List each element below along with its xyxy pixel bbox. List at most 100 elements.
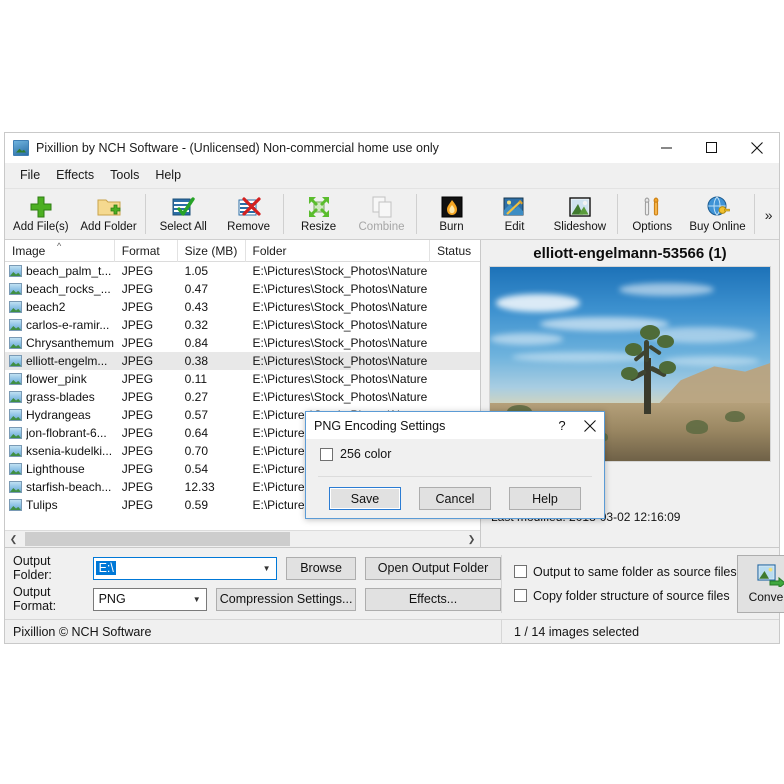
file-list-horizontal-scrollbar[interactable]: ❮ ❯ xyxy=(5,530,480,548)
cell-image: ksenia-kudelki... xyxy=(5,442,115,460)
thumbnail-icon xyxy=(9,481,22,493)
cell-folder: E:\Pictures\Stock_Photos\Nature xyxy=(252,390,428,404)
column-header-image[interactable]: Image ^ xyxy=(5,240,115,262)
scrollbar-thumb[interactable] xyxy=(25,531,290,546)
toolbar-overflow-icon[interactable]: » xyxy=(758,191,779,239)
file-name: Tulips xyxy=(26,498,58,512)
add-folder-label: Add Folder xyxy=(80,221,137,233)
slideshow-image-icon xyxy=(567,194,593,220)
add-files-label: Add File(s) xyxy=(13,221,69,233)
maximize-icon[interactable] xyxy=(689,133,734,163)
chevron-right-icon[interactable]: ❯ xyxy=(463,531,480,548)
thumbnail-icon xyxy=(9,265,22,277)
cell-status xyxy=(430,352,480,370)
menu-help[interactable]: Help xyxy=(148,165,190,186)
column-header-size[interactable]: Size (MB) xyxy=(178,240,246,262)
options-button[interactable]: Options xyxy=(621,191,684,239)
output-folder-combo[interactable]: E:\ ▼ xyxy=(92,556,278,580)
copy-structure-checkbox[interactable] xyxy=(514,589,527,602)
thumbnail-icon xyxy=(9,373,22,385)
menu-effects[interactable]: Effects xyxy=(49,165,103,186)
cell-image: beach2 xyxy=(5,298,115,316)
chevron-down-icon[interactable]: ▼ xyxy=(187,589,206,610)
table-row[interactable]: beach2 JPEG 0.43 E:\Pictures\Stock_Photos\N… xyxy=(5,298,480,316)
chevron-down-icon[interactable]: ▼ xyxy=(257,558,276,579)
table-row[interactable]: beach_rocks_... JPEG 0.47 E:\Pictures\Stock… xyxy=(5,280,480,298)
output-folder-label: Output Folder: xyxy=(13,554,52,582)
toolbar-separator xyxy=(754,194,756,234)
buy-online-button[interactable]: Buy Online xyxy=(684,191,752,239)
scrollbar-track[interactable] xyxy=(22,530,463,548)
question-mark-icon[interactable]: ? xyxy=(548,412,576,439)
cell-image: starfish-beach... xyxy=(5,478,115,496)
select-all-button[interactable]: Select All xyxy=(149,191,217,239)
edit-button[interactable]: Edit xyxy=(483,191,546,239)
pixillion-main-window: Pixillion by NCH Software - (Unlicensed)… xyxy=(4,132,784,644)
menu-file[interactable]: File xyxy=(13,165,49,186)
copy-structure-checkbox-row[interactable]: Copy folder structure of source files xyxy=(514,584,737,608)
close-icon[interactable] xyxy=(576,412,604,439)
cell-image: Tulips xyxy=(5,496,115,514)
cell-folder: E:\Pictures\Stock_Photos\Nature xyxy=(252,264,428,278)
browse-button[interactable]: Browse xyxy=(286,556,357,580)
menu-tools[interactable]: Tools xyxy=(103,165,148,186)
output-format-combo[interactable]: PNG ▼ xyxy=(92,587,208,611)
remove-button[interactable]: Remove xyxy=(217,191,280,239)
toolbar-separator xyxy=(283,194,285,234)
thumbnail-icon xyxy=(9,283,22,295)
resize-arrows-icon xyxy=(306,194,332,220)
cell-format: JPEG xyxy=(121,498,154,512)
same-folder-checkbox-row[interactable]: Output to same folder as source files xyxy=(514,560,737,584)
256-color-checkbox[interactable] xyxy=(320,447,333,461)
cell-status xyxy=(430,316,480,334)
cell-folder: E:\Pictures\Stock_Photos\Nature xyxy=(252,336,428,350)
column-header-format[interactable]: Format xyxy=(115,240,178,262)
cell-image: jon-flobrant-6... xyxy=(5,424,115,442)
table-row[interactable]: elliott-engelm... JPEG 0.38 E:\Pictures\Sto… xyxy=(5,352,480,370)
effects-button[interactable]: Effects... xyxy=(365,587,501,611)
chevron-left-icon[interactable]: ❮ xyxy=(5,531,22,548)
resize-button[interactable]: Resize xyxy=(287,191,350,239)
table-row[interactable]: Chrysanthemum JPEG 0.84 E:\Pictures\Stock_P… xyxy=(5,334,480,352)
copy-structure-label: Copy folder structure of source files xyxy=(533,588,730,603)
dialog-save-button[interactable]: Save xyxy=(329,487,401,510)
red-x-list-icon xyxy=(236,194,262,220)
minimize-icon[interactable] xyxy=(644,133,689,163)
pixillion-app-icon xyxy=(13,139,29,156)
open-output-folder-button[interactable]: Open Output Folder xyxy=(365,556,501,580)
table-row[interactable]: flower_pink JPEG 0.11 E:\Pictures\Stock_Pho… xyxy=(5,370,480,388)
file-name: Lighthouse xyxy=(26,462,85,476)
column-header-image-label: Image xyxy=(12,244,46,258)
convert-button[interactable]: Convert xyxy=(736,554,784,613)
cell-image: Hydrangeas xyxy=(5,406,115,424)
close-icon[interactable] xyxy=(734,133,779,163)
slideshow-button[interactable]: Slideshow xyxy=(546,191,614,239)
globe-key-icon xyxy=(705,194,731,220)
table-row[interactable]: carlos-e-ramir... JPEG 0.32 E:\Pictures\Sto… xyxy=(5,316,480,334)
dialog-body: 256 color Save Cancel Help xyxy=(306,439,604,518)
select-all-label: Select All xyxy=(159,221,207,233)
buy-online-label: Buy Online xyxy=(689,221,746,233)
column-header-folder[interactable]: Folder xyxy=(246,240,431,262)
dialog-help-button[interactable]: Help xyxy=(509,487,581,510)
table-row[interactable]: grass-blades JPEG 0.27 E:\Pictures\Stock_Ph… xyxy=(5,388,480,406)
add-folder-button[interactable]: Add Folder xyxy=(75,191,143,239)
thumbnail-icon xyxy=(9,499,22,511)
burn-button[interactable]: Burn xyxy=(420,191,483,239)
compression-settings-button[interactable]: Compression Settings... xyxy=(216,587,357,611)
cell-size: 0.27 xyxy=(184,390,208,404)
same-folder-checkbox[interactable] xyxy=(514,565,527,578)
cell-size: 0.57 xyxy=(184,408,208,422)
output-folder-value[interactable]: E:\ xyxy=(95,561,116,575)
256-color-checkbox-row[interactable]: 256 color xyxy=(320,447,604,461)
column-header-status[interactable]: Status xyxy=(430,240,480,262)
add-files-button[interactable]: Add File(s) xyxy=(7,191,75,239)
thumbnail-icon xyxy=(9,463,22,475)
thumbnail-icon xyxy=(9,427,22,439)
table-row[interactable]: beach_palm_t... JPEG 1.05 E:\Pictures\Stock… xyxy=(5,262,480,280)
checkmark-list-icon xyxy=(170,194,196,220)
thumbnail-icon xyxy=(9,445,22,457)
dialog-cancel-button[interactable]: Cancel xyxy=(419,487,491,510)
cell-format: JPEG xyxy=(121,444,154,458)
cell-image: Chrysanthemum xyxy=(5,334,115,352)
